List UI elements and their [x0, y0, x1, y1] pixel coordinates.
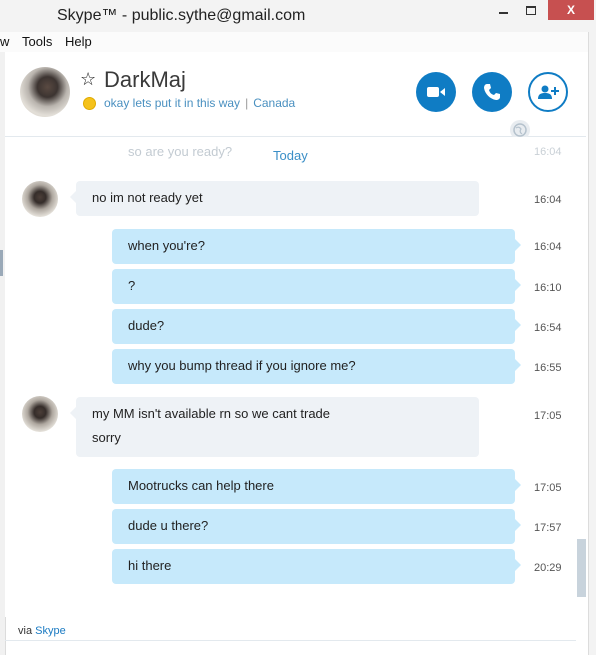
outgoing-message[interactable]: why you bump thread if you ignore me?	[112, 349, 521, 384]
contact-location: Canada	[253, 96, 296, 110]
message-text: hi there	[128, 558, 172, 573]
window-right-edge	[588, 32, 596, 655]
close-icon: X	[566, 3, 575, 17]
window-title: Skype™ - public.sythe@gmail.com	[57, 7, 306, 24]
sender-avatar[interactable]	[22, 181, 58, 217]
video-call-button[interactable]	[416, 72, 456, 112]
outgoing-message[interactable]: dude u there?	[112, 509, 521, 544]
maximize-button[interactable]	[518, 0, 544, 20]
outgoing-message[interactable]: ?	[112, 269, 521, 304]
minimize-button[interactable]	[490, 0, 516, 20]
favorite-star-icon[interactable]: ☆	[80, 69, 96, 90]
close-button[interactable]: X	[548, 0, 594, 20]
incoming-message[interactable]: my MM isn't available rn so we cant trad…	[70, 397, 479, 457]
scrollbar-thumb[interactable]	[577, 539, 586, 597]
conversation-header: ☆ DarkMaj okay lets put it in this way | C…	[5, 52, 586, 137]
contact-mood: okay lets put it in this way	[104, 96, 241, 110]
composer-divider	[5, 640, 576, 641]
menu-item-help[interactable]: Help	[65, 34, 92, 49]
menu-item-tools[interactable]: Tools	[22, 34, 52, 49]
video-camera-icon	[427, 87, 445, 97]
message-text: dude?	[128, 318, 165, 333]
message-time: 16:54	[534, 322, 562, 334]
away-status-icon	[83, 97, 96, 110]
message-time: 16:04	[534, 241, 562, 253]
message-text: why you bump thread if you ignore me?	[128, 358, 356, 373]
message-time: 16:04	[534, 194, 562, 206]
phone-icon	[484, 84, 500, 100]
message-time: 20:29	[534, 562, 562, 574]
maximize-icon	[526, 5, 536, 15]
status-separator: |	[245, 96, 249, 110]
message-history[interactable]: so are you ready? 16:04 Today no im not …	[5, 137, 576, 617]
message-text: Mootrucks can help there	[128, 478, 274, 493]
via-prefix: via	[18, 625, 33, 637]
add-person-icon	[538, 85, 559, 99]
message-time: 17:05	[534, 410, 562, 422]
message-time: 16:10	[534, 282, 562, 294]
message-time: 17:05	[534, 482, 562, 494]
message-time: 17:57	[534, 522, 562, 534]
message-text: ?	[128, 278, 136, 293]
sender-avatar[interactable]	[22, 396, 58, 432]
via-skype-link[interactable]: Skype	[35, 625, 66, 637]
minimize-icon	[498, 12, 508, 14]
message-time: 16:55	[534, 362, 562, 374]
title-bar: Skype™ - public.sythe@gmail.com X	[0, 0, 596, 32]
incoming-message[interactable]: no im not ready yet	[70, 181, 479, 216]
contact-status-line: okay lets put it in this way | Canada	[104, 96, 295, 110]
outgoing-message[interactable]: Mootrucks can help there	[112, 469, 521, 504]
chat-scrollbar[interactable]	[576, 137, 588, 617]
via-skype-label: via Skype	[18, 625, 66, 637]
sidebar-selection-marker	[0, 250, 3, 276]
menu-item-view[interactable]: w	[0, 34, 9, 49]
menu-bar: w Tools Help	[0, 32, 596, 52]
message-text: sorry	[92, 430, 121, 445]
outgoing-message[interactable]: when you're?	[112, 229, 521, 264]
message-text: no im not ready yet	[92, 190, 203, 205]
contact-avatar[interactable]	[20, 67, 70, 117]
message-text: my MM isn't available rn so we cant trad…	[92, 406, 331, 421]
add-contact-button[interactable]	[528, 72, 568, 112]
date-divider: Today	[273, 148, 308, 163]
outgoing-message[interactable]: dude?	[112, 309, 521, 344]
audio-call-button[interactable]	[472, 72, 512, 112]
contact-name[interactable]: DarkMaj	[104, 67, 186, 93]
message-text: dude u there?	[128, 518, 209, 533]
message-text: when you're?	[128, 238, 205, 253]
faded-previous-message: so are you ready?	[128, 144, 233, 159]
outgoing-message[interactable]: hi there	[112, 549, 521, 584]
faded-previous-time: 16:04	[534, 146, 562, 158]
